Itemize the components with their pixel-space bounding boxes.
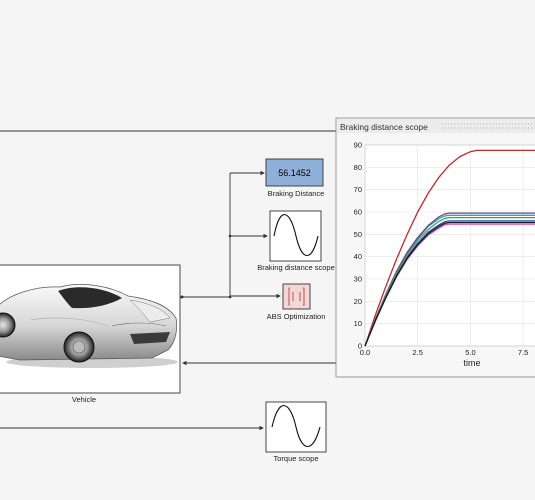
grip-dot bbox=[457, 123, 459, 125]
grip-dot bbox=[457, 127, 459, 129]
grip-dot bbox=[483, 127, 485, 129]
grip-dot bbox=[473, 123, 475, 125]
grip-dot bbox=[441, 123, 443, 125]
branch-dot bbox=[228, 234, 232, 238]
grip-dot bbox=[463, 127, 465, 129]
grip-dot bbox=[486, 127, 488, 129]
grip-dot bbox=[511, 127, 513, 129]
grip-dot bbox=[476, 123, 478, 125]
y-tick-label: 10 bbox=[354, 319, 362, 328]
grip-dot bbox=[454, 123, 456, 125]
grip-dot bbox=[447, 123, 449, 125]
grip-dot bbox=[492, 123, 494, 125]
grip-dot bbox=[492, 127, 494, 129]
y-tick-label: 90 bbox=[354, 141, 362, 150]
plot-area[interactable] bbox=[364, 144, 535, 347]
grip-dot bbox=[486, 123, 488, 125]
grip-dot bbox=[508, 123, 510, 125]
grip-dot bbox=[511, 123, 513, 125]
grip-dot bbox=[470, 123, 472, 125]
grip-dot bbox=[495, 127, 497, 129]
grip-dot bbox=[524, 127, 526, 129]
braking-distance-value: 56.1452 bbox=[278, 168, 311, 178]
grip-dot bbox=[467, 123, 469, 125]
grip-dot bbox=[527, 127, 529, 129]
grip-dot bbox=[531, 123, 533, 125]
y-tick-label: 70 bbox=[354, 185, 362, 194]
scope-window[interactable]: Braking distance scope 01020304050607080… bbox=[335, 117, 535, 378]
grip-dot bbox=[479, 127, 481, 129]
grip-dot bbox=[515, 123, 517, 125]
grip-dot bbox=[441, 127, 443, 129]
vehicle-label: Vehicle bbox=[72, 395, 96, 404]
grip-dot bbox=[499, 123, 501, 125]
grip-dot bbox=[502, 127, 504, 129]
branch-dot bbox=[228, 295, 232, 299]
grip-dot bbox=[502, 123, 504, 125]
grip-dot bbox=[460, 127, 462, 129]
grip-dot bbox=[476, 127, 478, 129]
grip-dot bbox=[451, 127, 453, 129]
grip-dot bbox=[518, 123, 520, 125]
grip-dot bbox=[489, 127, 491, 129]
grip-dot bbox=[470, 127, 472, 129]
x-tick-label: 7.5 bbox=[518, 348, 528, 357]
y-tick-label: 30 bbox=[354, 275, 362, 284]
grip-dot bbox=[524, 123, 526, 125]
port-dot bbox=[180, 295, 184, 299]
y-tick-label: 40 bbox=[354, 252, 362, 261]
grip-dot bbox=[508, 127, 510, 129]
grip-dot bbox=[463, 123, 465, 125]
grip-dot bbox=[518, 127, 520, 129]
torque-scope-block[interactable]: Torque scope bbox=[265, 401, 327, 463]
x-tick-label: 2.5 bbox=[412, 348, 422, 357]
grip-dot bbox=[505, 123, 507, 125]
abs-optimization-block[interactable]: ABS Optimization bbox=[267, 283, 326, 321]
grip-dot bbox=[467, 127, 469, 129]
grip-dot bbox=[444, 127, 446, 129]
scope-window-title: Braking distance scope bbox=[340, 122, 428, 132]
grip-dot bbox=[495, 123, 497, 125]
y-tick-label: 50 bbox=[354, 230, 362, 239]
torque-label: Torque scope bbox=[273, 454, 318, 463]
braking-distance-scope-block[interactable]: Braking distance scope bbox=[257, 210, 335, 272]
abs-label: ABS Optimization bbox=[267, 312, 326, 321]
grip-dot bbox=[473, 127, 475, 129]
grip-dot bbox=[447, 127, 449, 129]
y-tick-label: 20 bbox=[354, 297, 362, 306]
grip-dot bbox=[515, 127, 517, 129]
grip-dot bbox=[451, 123, 453, 125]
grip-dot bbox=[531, 127, 533, 129]
vehicle-block[interactable]: Vehicle bbox=[0, 264, 181, 404]
grip-dot bbox=[505, 127, 507, 129]
x-tick-label: 0.0 bbox=[360, 348, 370, 357]
grip-dot bbox=[499, 127, 501, 129]
braking-distance-display[interactable]: 56.1452 Braking Distance bbox=[265, 158, 325, 198]
x-axis-label: time bbox=[463, 358, 480, 368]
grip-dot bbox=[483, 123, 485, 125]
scope-block-label: Braking distance scope bbox=[257, 263, 335, 272]
grip-dot bbox=[444, 123, 446, 125]
grip-dot bbox=[460, 123, 462, 125]
grip-dot bbox=[454, 127, 456, 129]
x-tick-label: 5.0 bbox=[465, 348, 475, 357]
model-canvas[interactable]: Vehicle 56.1452 Braking Distance Braking… bbox=[0, 0, 535, 500]
y-tick-label: 80 bbox=[354, 163, 362, 172]
grip-dot bbox=[521, 123, 523, 125]
grip-dot bbox=[489, 123, 491, 125]
braking-distance-label: Braking Distance bbox=[268, 189, 325, 198]
grip-dot bbox=[527, 123, 529, 125]
y-tick-label: 60 bbox=[354, 208, 362, 217]
grip-dot bbox=[521, 127, 523, 129]
grip-dot bbox=[479, 123, 481, 125]
